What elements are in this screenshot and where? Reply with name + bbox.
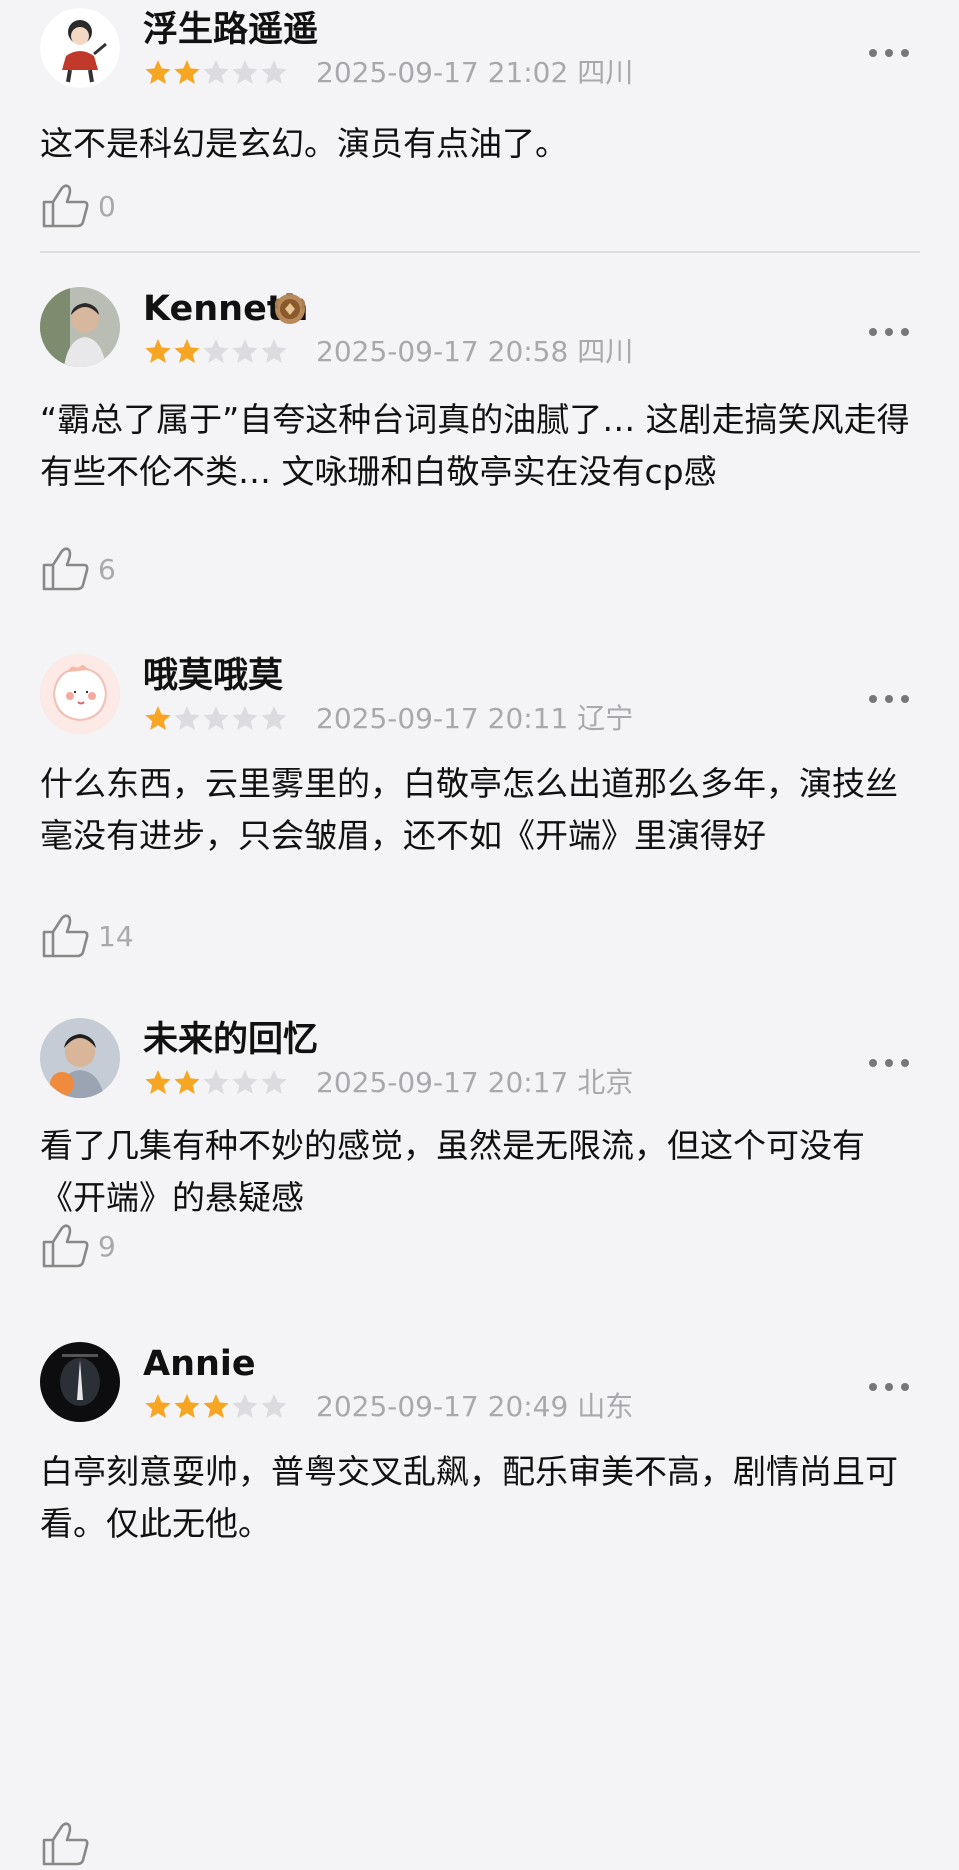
review-location: 北京 — [577, 1066, 634, 1099]
cartoon-child-avatar-icon — [40, 8, 120, 88]
review-text: 这不是科幻是玄幻。演员有点油了。 — [40, 124, 568, 163]
avatar[interactable] — [40, 1018, 120, 1098]
star-empty-icon — [230, 58, 260, 88]
divider — [40, 251, 920, 253]
star-filled-icon — [143, 58, 173, 88]
like-count: 0 — [98, 190, 116, 223]
avatar[interactable] — [40, 287, 120, 367]
more-dots-icon[interactable] — [867, 325, 911, 339]
review-date: 2025-09-17 20:58 — [316, 335, 569, 368]
review-meta: 2025-09-17 20:58 四川 — [316, 335, 633, 369]
star-empty-icon — [201, 1068, 231, 1098]
person-photo-avatar-icon — [40, 287, 120, 367]
review-text: 什么东西，云里雾里的，白敬亭怎么出道那么多年，演技丝毫没有进步，只会皱眉，还不如… — [40, 764, 898, 855]
star-filled-icon — [172, 337, 202, 367]
thumbs-up-icon — [42, 914, 89, 958]
review-meta: 2025-09-17 20:49 山东 — [316, 1390, 633, 1424]
star-empty-icon — [259, 58, 289, 88]
review-date: 2025-09-17 20:17 — [316, 1066, 569, 1099]
review-list: 浮生路遥遥 2025-09-17 21:02 四川 这不是科幻是玄幻。演员有点油… — [0, 0, 959, 1866]
like-count: 6 — [98, 553, 116, 586]
review-meta: 2025-09-17 21:02 四川 — [316, 56, 633, 90]
star-empty-icon — [259, 337, 289, 367]
review-meta: 2025-09-17 20:17 北京 — [316, 1066, 633, 1100]
review-text: 白亭刻意耍帅，普粤交叉乱飙，配乐审美不高，剧情尚且可看。仅此无他。 — [40, 1452, 898, 1543]
star-rating — [143, 337, 288, 367]
star-rating — [143, 1392, 288, 1422]
star-filled-icon — [143, 704, 173, 734]
star-rating — [143, 1068, 288, 1098]
review-location: 辽宁 — [577, 702, 634, 735]
username[interactable]: 浮生路遥遥 — [143, 8, 318, 52]
star-empty-icon — [230, 1068, 260, 1098]
star-empty-icon — [230, 337, 260, 367]
star-empty-icon — [172, 704, 202, 734]
username[interactable]: Annie — [143, 1342, 256, 1386]
thumbs-up-icon — [42, 184, 89, 228]
star-empty-icon — [230, 1392, 260, 1422]
like-count: 14 — [98, 920, 134, 953]
star-rating — [143, 58, 288, 88]
star-filled-icon — [172, 1068, 202, 1098]
more-dots-icon[interactable] — [867, 1056, 911, 1070]
star-empty-icon — [259, 1068, 289, 1098]
more-dots-icon[interactable] — [867, 1380, 911, 1394]
review-location: 山东 — [577, 1390, 634, 1423]
review-meta: 2025-09-17 20:11 辽宁 — [316, 702, 633, 736]
avatar[interactable] — [40, 1342, 120, 1422]
review-location: 四川 — [577, 335, 634, 368]
star-empty-icon — [230, 704, 260, 734]
star-empty-icon — [201, 704, 231, 734]
review-date: 2025-09-17 21:02 — [316, 56, 569, 89]
username[interactable]: 未来的回忆 — [143, 1018, 318, 1062]
review-text: 看了几集有种不妙的感觉，虽然是无限流，但这个可没有《开端》的悬疑感 — [40, 1126, 865, 1217]
medal-badge-icon — [270, 289, 310, 329]
star-filled-icon — [172, 58, 202, 88]
thumbs-up-icon — [42, 547, 89, 591]
review-text: “霸总了属于”自夸这种台词真的油腻了… 这剧走搞笑风走得有些不伦不类… 文咏珊和… — [40, 400, 910, 491]
more-dots-icon[interactable] — [867, 46, 911, 60]
star-filled-icon — [201, 1392, 231, 1422]
review-location: 四川 — [577, 56, 634, 89]
star-empty-icon — [201, 337, 231, 367]
star-empty-icon — [201, 58, 231, 88]
thumbs-up-icon — [42, 1224, 89, 1268]
review-date: 2025-09-17 20:11 — [316, 702, 569, 735]
thumbs-up-icon — [42, 1822, 89, 1866]
avatar[interactable] — [40, 8, 120, 88]
star-rating — [143, 704, 288, 734]
star-filled-icon — [143, 1392, 173, 1422]
username[interactable]: 哦莫哦莫 — [143, 654, 283, 698]
like-count: 9 — [98, 1230, 116, 1263]
more-dots-icon[interactable] — [867, 692, 911, 706]
avatar[interactable] — [40, 654, 120, 734]
cute-cartoon-avatar-icon — [40, 654, 120, 734]
dark-poster-avatar-icon — [40, 1342, 120, 1422]
star-filled-icon — [143, 337, 173, 367]
star-empty-icon — [259, 704, 289, 734]
star-empty-icon — [259, 1392, 289, 1422]
star-filled-icon — [143, 1068, 173, 1098]
review-date: 2025-09-17 20:49 — [316, 1390, 569, 1423]
selfie-photo-avatar-icon — [40, 1018, 120, 1098]
star-filled-icon — [172, 1392, 202, 1422]
